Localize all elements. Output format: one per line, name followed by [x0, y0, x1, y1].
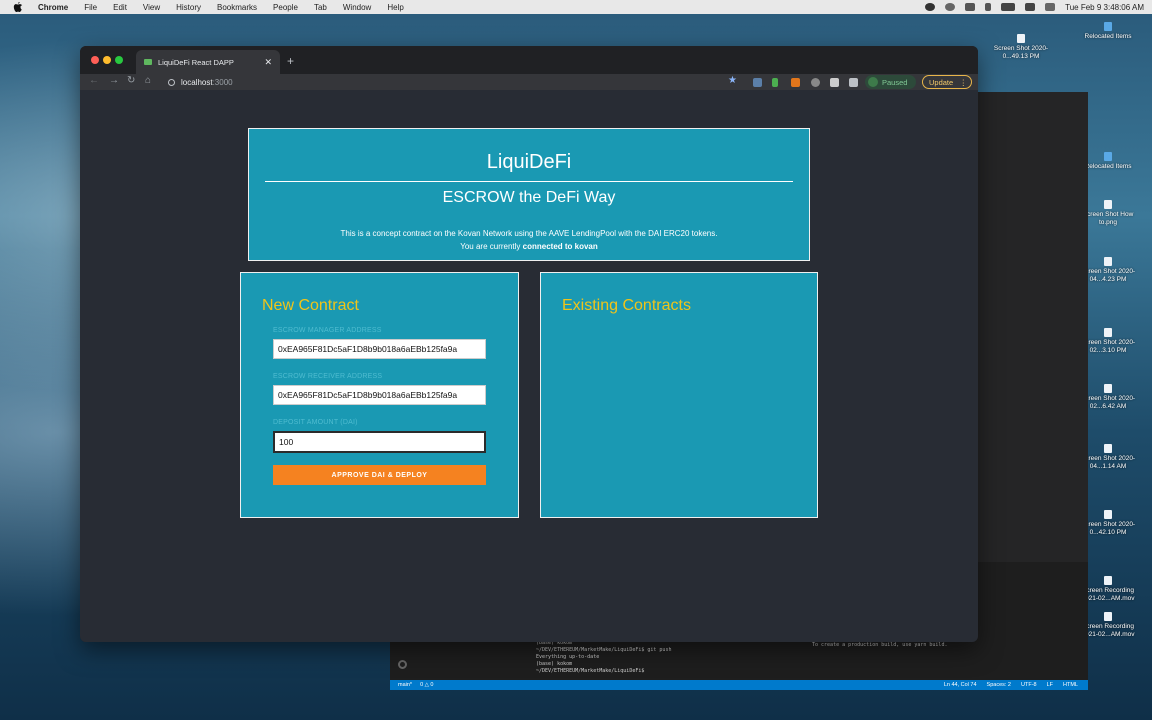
extension-icon[interactable] [753, 78, 762, 87]
menu-tab[interactable]: Tab [314, 3, 327, 12]
vscode-side-panel [978, 92, 1088, 562]
deposit-amount-label: DEPOSIT AMOUNT (DAI) [273, 419, 358, 426]
menu-window[interactable]: Window [343, 3, 371, 12]
file-icon [1104, 444, 1112, 453]
desktop-item[interactable]: Relocated Items [1075, 22, 1141, 41]
menu-history[interactable]: History [176, 3, 201, 12]
file-icon [1104, 384, 1112, 393]
more-menu-icon[interactable]: ⋮ [960, 78, 968, 87]
existing-contracts-heading: Existing Contracts [562, 297, 691, 314]
update-label: Update [929, 77, 954, 87]
terminal-hint: To create a production build, use yarn b… [812, 642, 948, 648]
folder-icon [1104, 152, 1112, 161]
home-icon[interactable]: ⌂ [145, 75, 151, 86]
settings-gear-icon[interactable] [398, 660, 407, 669]
apple-icon[interactable] [12, 2, 24, 12]
browser-toolbar: ← → ↻ ⌂ localhost:3000 ★ Paused Update ⋮ [80, 74, 978, 90]
desktop-item[interactable]: Screen Shot 2020-0...49.13 PM [988, 34, 1054, 61]
bookmark-star-icon[interactable]: ★ [728, 75, 737, 86]
header-card: LiquiDeFi ESCROW the DeFi Way This is a … [248, 128, 810, 261]
eol-status[interactable]: LF [1047, 682, 1053, 688]
app-subtitle: ESCROW the DeFi Way [442, 189, 616, 206]
vscode-statusbar: main* 0 △ 0 Ln 44, Col 74 Spaces: 2 UTF-… [390, 680, 1088, 690]
terminal-output[interactable]: (base) kokom ~/DEV/ETHEREUM/MarketMake/L… [536, 640, 671, 675]
address-bar[interactable]: localhost:3000 [164, 74, 724, 90]
minimize-window-button[interactable] [103, 56, 111, 64]
bluetooth-icon[interactable] [985, 3, 992, 11]
problems-status[interactable]: 0 △ 0 [420, 682, 433, 688]
favicon-icon [144, 59, 152, 65]
manager-address-input[interactable]: 0xEA965F81Dc5aF1D8b9b018a6aEBb125fa9a [273, 339, 486, 359]
file-icon [1104, 257, 1112, 266]
manager-address-label: ESCROW MANAGER ADDRESS [273, 327, 382, 334]
receiver-address-input[interactable]: 0xEA965F81Dc5aF1D8b9b018a6aEBb125fa9a [273, 385, 486, 405]
file-icon [1017, 34, 1025, 43]
new-tab-button[interactable]: + [287, 54, 294, 68]
metamask-icon[interactable] [791, 78, 800, 87]
app-title: LiquiDeFi [486, 151, 572, 173]
file-icon [1104, 328, 1112, 337]
screen-record-icon[interactable] [925, 3, 936, 11]
video-file-icon [1104, 576, 1112, 585]
url-text[interactable]: localhost:3000 [181, 78, 233, 87]
git-branch-status[interactable]: main* [398, 682, 412, 688]
approve-deploy-button[interactable]: APPROVE DAI & DEPLOY [273, 465, 486, 485]
wifi-icon[interactable] [1025, 3, 1036, 11]
close-tab-icon[interactable]: ✕ [264, 57, 272, 68]
volume-icon[interactable] [965, 3, 976, 11]
page-viewport: LiquiDeFi ESCROW the DeFi Way This is a … [80, 90, 978, 642]
header-divider [265, 181, 793, 182]
profile-status: Paused [882, 77, 908, 87]
menu-people[interactable]: People [273, 3, 298, 12]
connection-status: connected to kovan [522, 242, 598, 251]
control-center-icon[interactable] [1045, 3, 1056, 11]
new-contract-panel: New Contract ESCROW MANAGER ADDRESS 0xEA… [240, 272, 519, 518]
chrome-window: LiquiDeFi React DAPP ✕ + ← → ↻ ⌂ localho… [80, 46, 978, 642]
browser-tab[interactable]: LiquiDeFi React DAPP ✕ [136, 50, 280, 74]
time-machine-icon[interactable] [945, 3, 956, 11]
tab-title: LiquiDeFi React DAPP [158, 57, 234, 67]
close-window-button[interactable] [91, 56, 99, 64]
menu-edit[interactable]: Edit [113, 3, 127, 12]
forward-arrow-icon[interactable]: → [109, 75, 119, 86]
menu-view[interactable]: View [143, 3, 160, 12]
menu-file[interactable]: File [84, 3, 97, 12]
profile-button[interactable]: Paused [865, 75, 916, 89]
pen-extension-icon[interactable] [772, 78, 778, 87]
video-file-icon [1104, 612, 1112, 621]
back-arrow-icon[interactable]: ← [89, 75, 99, 86]
site-info-icon[interactable] [168, 78, 175, 86]
file-icon [1104, 200, 1112, 209]
menu-app-name[interactable]: Chrome [38, 3, 68, 12]
battery-icon[interactable] [1001, 3, 1016, 11]
cursor-position[interactable]: Ln 44, Col 74 [944, 682, 977, 688]
menu-bookmarks[interactable]: Bookmarks [217, 3, 257, 12]
new-contract-heading: New Contract [262, 297, 359, 314]
indentation-status[interactable]: Spaces: 2 [987, 682, 1011, 688]
macos-menubar: Chrome File Edit View History Bookmarks … [0, 0, 1152, 14]
menu-help[interactable]: Help [387, 3, 403, 12]
app-description: This is a concept contract on the Kovan … [340, 229, 718, 251]
extension-icon[interactable] [830, 78, 839, 87]
chrome-titlebar[interactable]: LiquiDeFi React DAPP ✕ + [80, 46, 978, 74]
receiver-address-label: ESCROW RECEIVER ADDRESS [273, 373, 383, 380]
folder-icon [1104, 22, 1112, 31]
language-mode[interactable]: HTML [1063, 682, 1078, 688]
extensions-puzzle-icon[interactable] [849, 78, 858, 87]
existing-contracts-panel: Existing Contracts [540, 272, 818, 518]
extension-icon[interactable] [811, 78, 820, 87]
reload-icon[interactable]: ↻ [127, 75, 135, 86]
zoom-window-button[interactable] [115, 56, 123, 64]
menubar-clock[interactable]: Tue Feb 9 3:48:06 AM [1065, 3, 1144, 12]
encoding-status[interactable]: UTF-8 [1021, 682, 1037, 688]
update-button[interactable]: Update ⋮ [922, 75, 972, 89]
deposit-amount-input[interactable]: 100 [273, 431, 486, 453]
file-icon [1104, 510, 1112, 519]
profile-avatar [868, 77, 878, 87]
